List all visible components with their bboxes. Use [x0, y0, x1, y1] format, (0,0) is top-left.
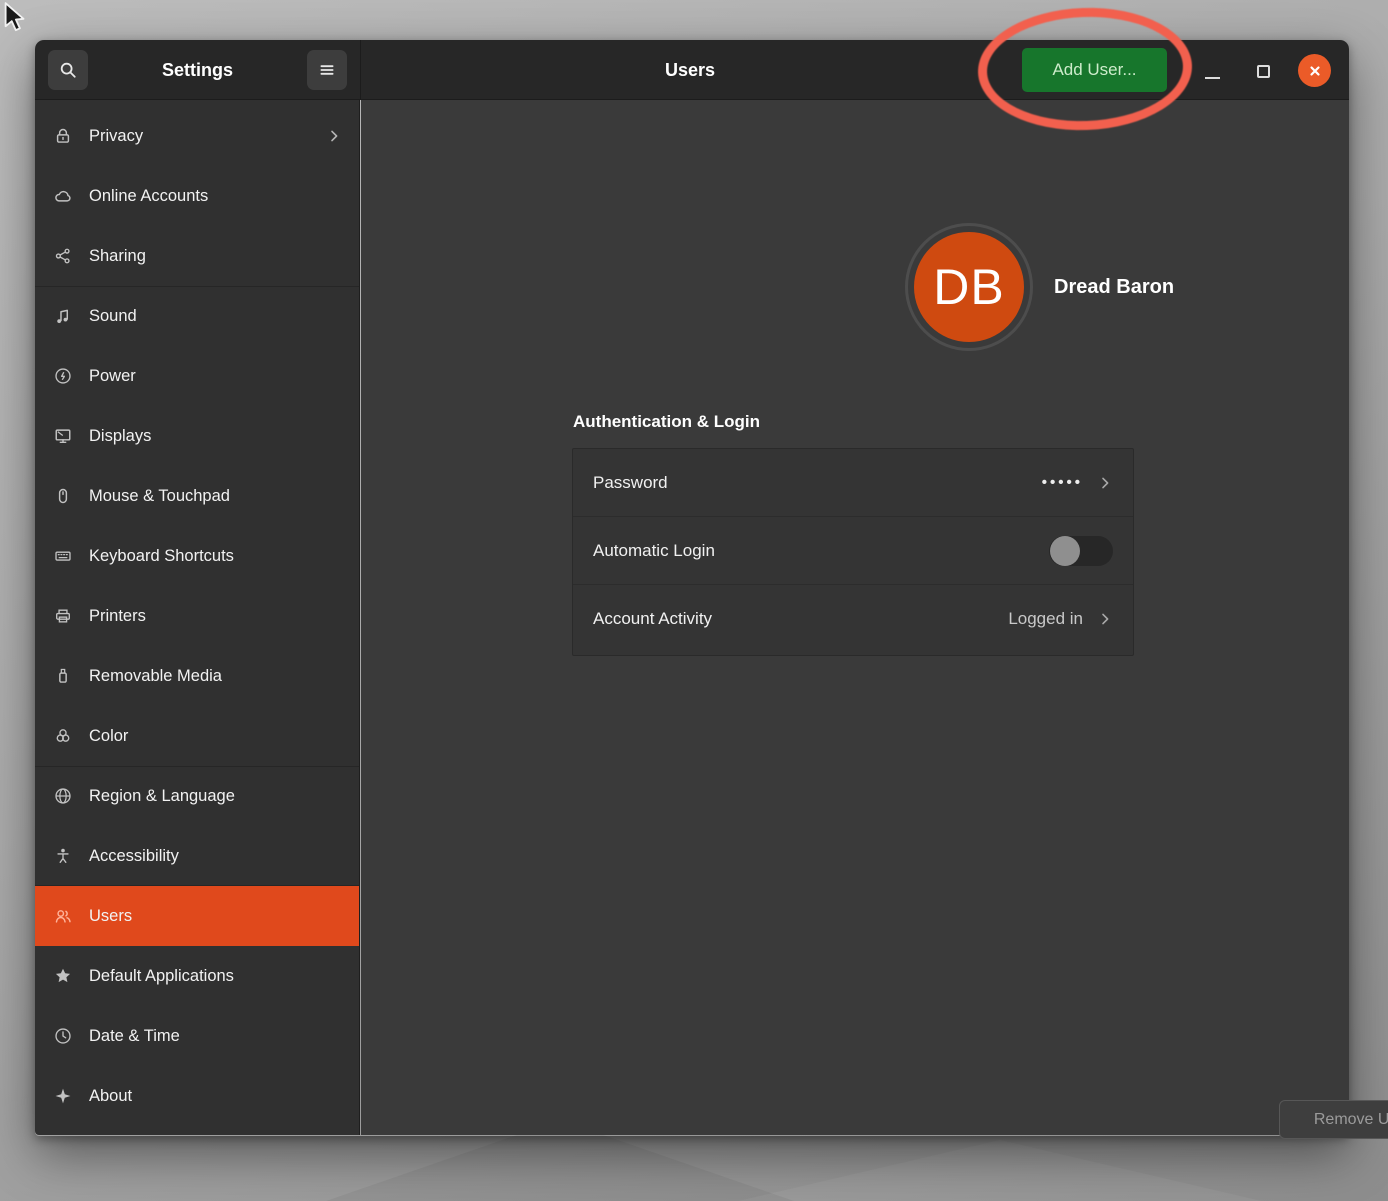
- wallpaper-facet: [700, 1140, 1300, 1201]
- sidebar-item-accessibility[interactable]: Accessibility: [35, 826, 360, 886]
- color-circles-icon: [53, 726, 73, 746]
- mouse-icon: [53, 486, 73, 506]
- sidebar-item-sound[interactable]: Sound: [35, 286, 360, 346]
- sidebar-item-region-language[interactable]: Region & Language: [35, 766, 360, 826]
- chevron-right-icon: [1097, 475, 1113, 491]
- auth-rows: Password ••••• Automatic Login Acc: [572, 448, 1134, 656]
- usb-drive-icon: [53, 666, 73, 686]
- sidebar-item-date-time[interactable]: Date & Time: [35, 1006, 360, 1066]
- printer-icon: [53, 606, 73, 626]
- password-dots: •••••: [1042, 474, 1083, 491]
- sidebar-item-displays[interactable]: Displays: [35, 406, 360, 466]
- chevron-right-icon: [326, 128, 342, 144]
- sidebar-item-about[interactable]: About: [35, 1066, 360, 1126]
- account-activity-row[interactable]: Account Activity Logged in: [573, 585, 1133, 653]
- desktop: Settings Users Add User...: [0, 0, 1388, 1201]
- cloud-icon: [53, 186, 73, 206]
- automatic-login-row: Automatic Login: [573, 517, 1133, 585]
- close-button[interactable]: [1298, 54, 1331, 87]
- sidebar-item-power[interactable]: Power: [35, 346, 360, 406]
- maximize-icon: [1257, 65, 1270, 78]
- toggle-knob: [1050, 536, 1080, 566]
- sidebar-item-keyboard-shortcuts[interactable]: Keyboard Shortcuts: [35, 526, 360, 586]
- account-activity-label: Account Activity: [593, 609, 712, 629]
- users-panel: DB Dread Baron Authentication & Login Pa…: [361, 100, 1349, 1135]
- star-icon: [53, 966, 73, 986]
- sidebar-item-color[interactable]: Color: [35, 706, 360, 766]
- lock-icon: [53, 126, 73, 146]
- avatar: DB: [905, 223, 1033, 351]
- close-icon: [1307, 63, 1323, 79]
- display-icon: [53, 426, 73, 446]
- automatic-login-toggle[interactable]: [1049, 536, 1113, 566]
- sidebar-item-printers[interactable]: Printers: [35, 586, 360, 646]
- password-label: Password: [593, 473, 668, 493]
- add-user-button[interactable]: Add User...: [1022, 48, 1167, 92]
- users-icon: [53, 906, 73, 926]
- music-note-icon: [53, 306, 73, 326]
- sparkle-icon: [53, 1086, 73, 1106]
- minimize-icon: [1205, 77, 1220, 79]
- hamburger-menu-button[interactable]: [307, 50, 347, 90]
- auth-section-title: Authentication & Login: [573, 412, 760, 432]
- sidebar-item-removable-media[interactable]: Removable Media: [35, 646, 360, 706]
- automatic-login-label: Automatic Login: [593, 541, 715, 561]
- maximize-button[interactable]: [1254, 62, 1272, 80]
- page-title: Users: [360, 40, 1020, 100]
- chevron-right-icon: [1097, 611, 1113, 627]
- minimize-button[interactable]: [1201, 60, 1223, 82]
- sidebar: Privacy Online Accounts Sharing: [35, 100, 360, 1135]
- user-full-name: Dread Baron: [1054, 223, 1174, 351]
- settings-window: Settings Users Add User...: [35, 40, 1349, 1136]
- power-icon: [53, 366, 73, 386]
- mouse-cursor: [2, 2, 30, 32]
- account-activity-value: Logged in: [1008, 609, 1083, 629]
- hamburger-icon: [318, 61, 336, 79]
- password-row[interactable]: Password •••••: [573, 449, 1133, 517]
- titlebar: Settings Users Add User...: [35, 40, 1349, 100]
- sidebar-item-privacy[interactable]: Privacy: [35, 106, 360, 166]
- clock-icon: [53, 1026, 73, 1046]
- remove-user-button[interactable]: Remove User...: [1279, 1100, 1388, 1139]
- sidebar-item-sharing[interactable]: Sharing: [35, 226, 360, 286]
- avatar-initials: DB: [914, 232, 1024, 342]
- sidebar-item-users[interactable]: Users: [35, 886, 360, 946]
- sidebar-item-mouse-touchpad[interactable]: Mouse & Touchpad: [35, 466, 360, 526]
- sidebar-item-online-accounts[interactable]: Online Accounts: [35, 166, 360, 226]
- sidebar-item-default-applications[interactable]: Default Applications: [35, 946, 360, 1006]
- share-icon: [53, 246, 73, 266]
- keyboard-icon: [53, 546, 73, 566]
- accessibility-person-icon: [53, 846, 73, 866]
- globe-icon: [53, 786, 73, 806]
